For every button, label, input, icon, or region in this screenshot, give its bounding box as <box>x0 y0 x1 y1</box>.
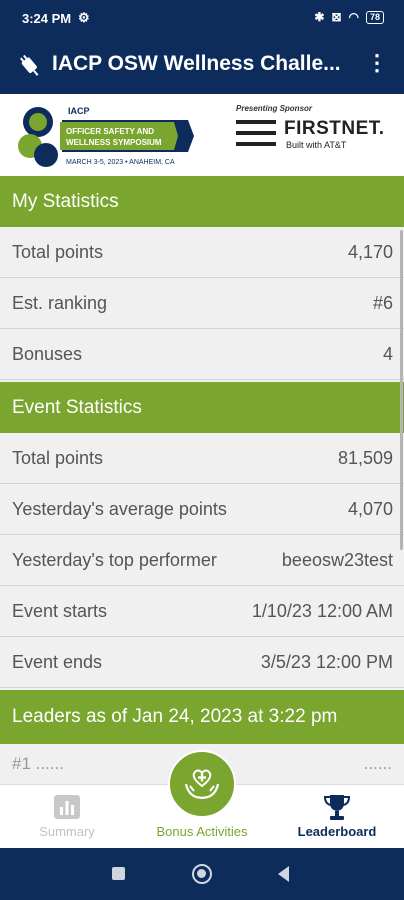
battery-icon: 78 <box>365 10 384 24</box>
settings-notification-icon: ⚙ <box>78 10 90 25</box>
symposium-logo: IACP OFFICER SAFETY AND WELLNESS SYMPOSI… <box>18 106 194 167</box>
stat-row-bonuses: Bonuses 4 <box>0 329 404 380</box>
nav-summary[interactable]: Summary <box>0 785 134 849</box>
status-icons: ✱ ⊠ ◠ 78 <box>314 10 384 24</box>
app-logo-icon <box>19 54 39 76</box>
stat-value: 4,170 <box>347 242 393 262</box>
leaders-header: Leaders as of Jan 24, 2023 at 3:22 pm <box>0 690 404 744</box>
sponsor-block: Presenting Sponsor FIRSTNET. Built with … <box>234 104 394 164</box>
sponsor-name: FIRSTNET. <box>284 118 385 139</box>
stat-value: #6 <box>372 293 393 313</box>
event-row-top-performer: Yesterday's top performer beeosw23test <box>0 535 404 586</box>
leader-points-partial: ...... <box>363 754 392 773</box>
stat-row-total-points: Total points 4,170 <box>0 227 404 278</box>
event-name-line2: WELLNESS SYMPOSIUM <box>66 138 162 147</box>
wifi-icon: ◠ <box>348 10 359 24</box>
event-statistics-header: Event Statistics <box>0 382 404 433</box>
overflow-menu-icon[interactable]: ⋮ <box>366 52 388 74</box>
stat-value: 81,509 <box>337 448 393 468</box>
status-time: 3:24 PM <box>22 11 72 26</box>
stat-label: Bonuses <box>12 344 83 364</box>
stat-value: beeosw23test <box>281 550 393 570</box>
stat-label: Yesterday's top performer <box>12 550 217 570</box>
app-bar: IACP OSW Wellness Challe... ⋮ <box>0 38 404 94</box>
sponsor-banner: IACP OFFICER SAFETY AND WELLNESS SYMPOSI… <box>0 94 404 176</box>
status-bar: 3:24 PM ⚙ ✱ ⊠ ◠ 78 <box>0 0 404 38</box>
event-row-ends: Event ends 3/5/23 12:00 PM <box>0 637 404 688</box>
scrollbar[interactable] <box>400 230 403 550</box>
nav-leaderboard[interactable]: Leaderboard <box>270 785 404 849</box>
back-button[interactable] <box>278 866 289 882</box>
stat-label: Total points <box>12 242 104 262</box>
event-row-starts: Event starts 1/10/23 12:00 AM <box>0 586 404 637</box>
nav-leaderboard-label: Leaderboard <box>297 824 377 839</box>
leader-rank-partial: #1 ...... <box>12 754 64 773</box>
event-row-total-points: Total points 81,509 <box>0 433 404 484</box>
recent-apps-button[interactable] <box>112 867 125 880</box>
trophy-icon <box>324 795 350 820</box>
bar-chart-icon <box>54 795 80 819</box>
app-title: IACP OSW Wellness Challe... <box>52 52 341 75</box>
stat-value: 1/10/23 12:00 AM <box>251 601 393 621</box>
stat-value: 4,070 <box>347 499 393 519</box>
stat-label: Total points <box>12 448 104 468</box>
no-sim-icon: ⊠ <box>331 10 342 24</box>
stat-row-est-ranking: Est. ranking #6 <box>0 278 404 329</box>
stat-label: Event ends <box>12 652 103 672</box>
event-name-line1: OFFICER SAFETY AND <box>66 127 154 136</box>
stat-label: Event starts <box>12 601 108 621</box>
bonus-activities-fab[interactable] <box>168 750 236 818</box>
nav-bonus-label: Bonus Activities <box>156 824 248 839</box>
my-statistics-header: My Statistics <box>0 176 404 227</box>
bluetooth-icon: ✱ <box>314 10 325 24</box>
stat-label: Est. ranking <box>12 293 108 313</box>
event-dates: MARCH 3-5, 2023 • ANAHEIM, CA <box>66 159 175 166</box>
event-org: IACP <box>68 106 90 116</box>
nav-summary-label: Summary <box>39 824 95 839</box>
stat-value: 4 <box>382 344 393 364</box>
system-nav-bar <box>0 848 404 900</box>
stat-value: 3/5/23 12:00 PM <box>260 652 393 672</box>
heart-hands-icon <box>184 769 220 800</box>
sponsor-subtitle: Built with AT&T <box>286 140 347 150</box>
stat-label: Yesterday's average points <box>12 499 227 519</box>
home-button[interactable] <box>192 864 212 884</box>
sponsor-label: Presenting Sponsor <box>236 104 313 113</box>
firstnet-lines-icon <box>236 120 276 146</box>
event-row-average-points: Yesterday's average points 4,070 <box>0 484 404 535</box>
